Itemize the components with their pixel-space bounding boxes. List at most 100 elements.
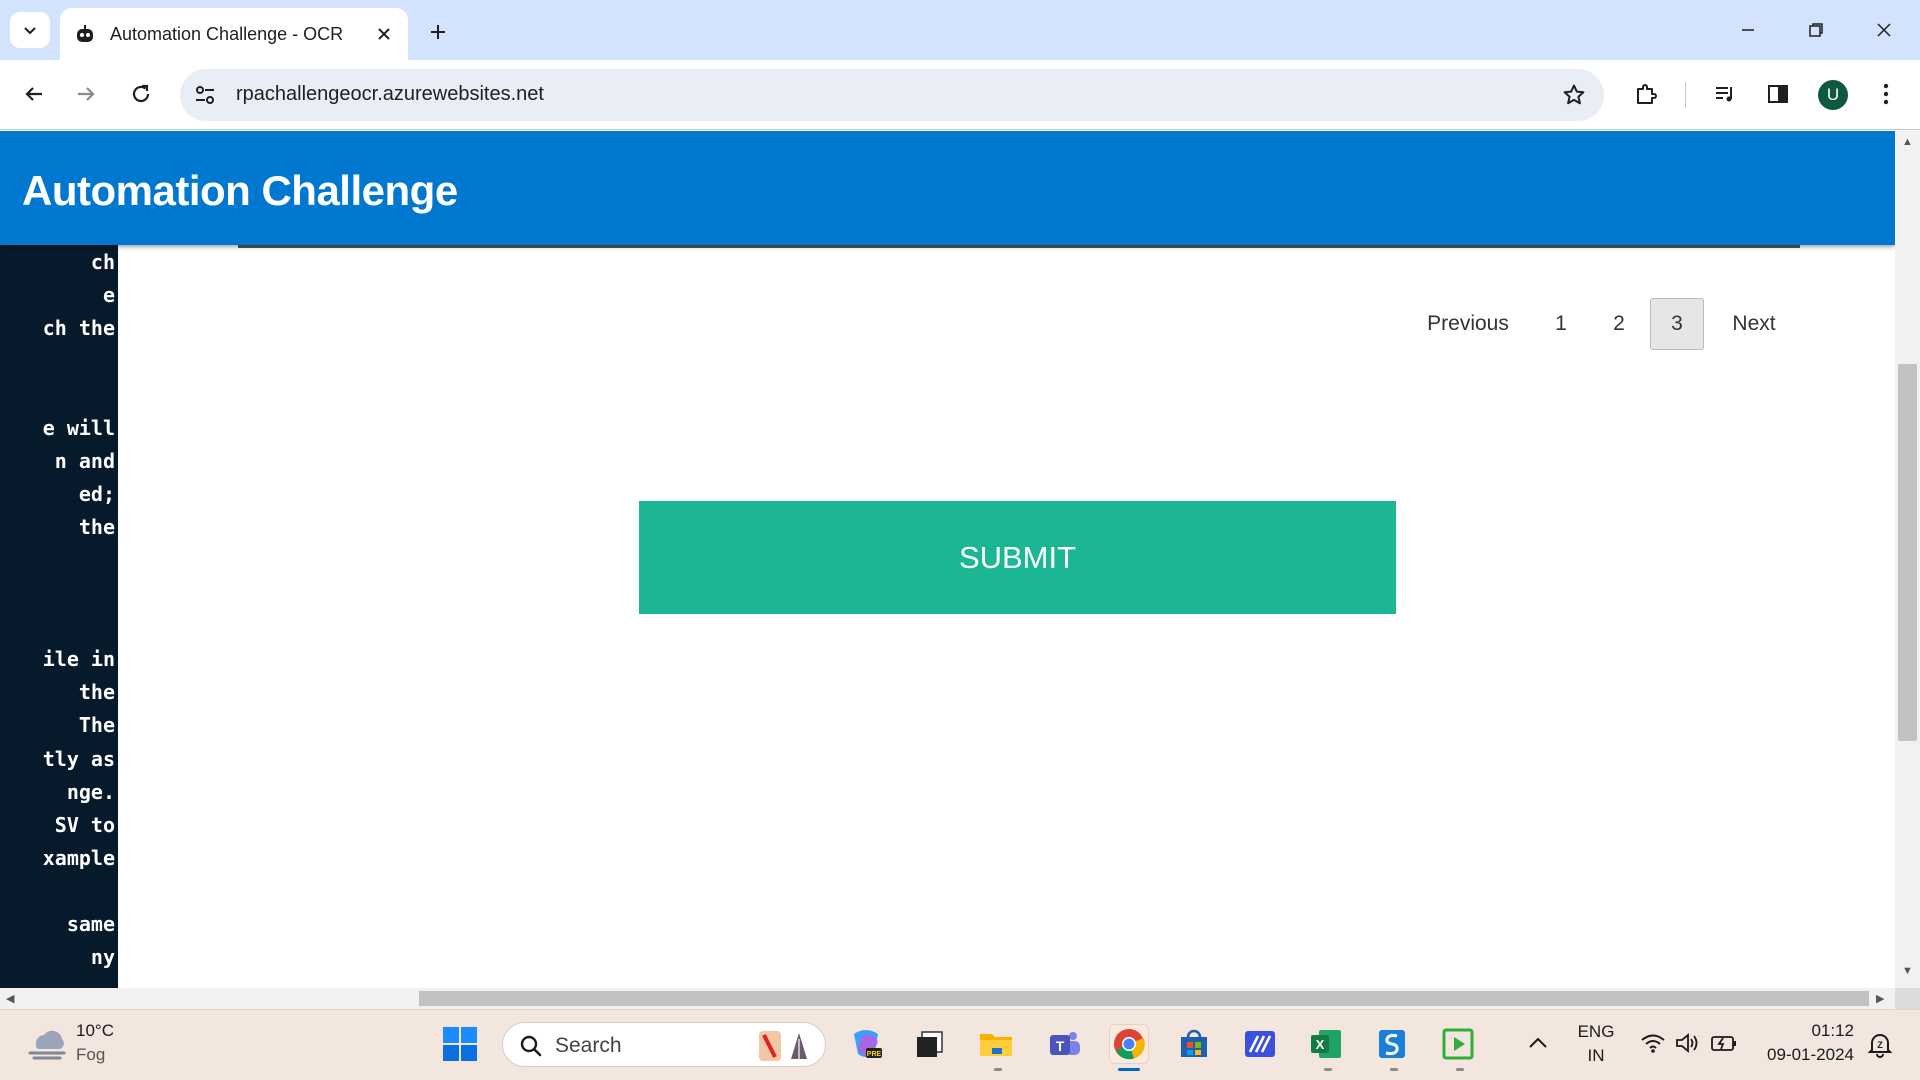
- tab-title: Automation Challenge - OCR: [110, 23, 344, 44]
- instructions-line: ch the: [42, 316, 115, 341]
- taskbar-task-view-icon[interactable]: [910, 1024, 950, 1064]
- search-placeholder: Search: [555, 1034, 622, 1057]
- weather-condition[interactable]: Fog: [76, 1045, 105, 1065]
- instructions-panel: ch e ch the e will n and ed; the ile in the The…: [0, 245, 118, 988]
- restore-icon: [1809, 23, 1823, 37]
- arrow-right-icon: [78, 87, 95, 101]
- pagination-page-2[interactable]: 2: [1590, 298, 1648, 350]
- clock-date[interactable]: 09-01-2024: [1754, 1045, 1854, 1065]
- taskbar: [0, 1009, 1920, 1080]
- browser-menu-button[interactable]: [1866, 74, 1906, 114]
- svg-text:X: X: [1316, 1037, 1325, 1052]
- scroll-left-arrow-icon[interactable]: ◀: [6, 992, 14, 1005]
- taskbar-store-icon[interactable]: [1174, 1024, 1214, 1064]
- url-text[interactable]: rpachallengeocr.azurewebsites.net: [236, 83, 544, 106]
- window-close-button[interactable]: [1864, 12, 1904, 48]
- taskbar-copilot-icon[interactable]: PRE: [846, 1024, 886, 1064]
- show-hidden-icons-chevron-icon[interactable]: [1527, 1035, 1549, 1051]
- minimize-icon: [1742, 29, 1754, 31]
- instructions-line: ch: [90, 250, 115, 274]
- wifi-icon[interactable]: [1640, 1032, 1666, 1054]
- close-icon: [378, 28, 390, 40]
- taskbar-excel-icon[interactable]: X: [1306, 1024, 1346, 1064]
- browser-toolbar: rpachallengeocr.azurewebsites.net: [0, 60, 1920, 130]
- close-icon: [1877, 23, 1891, 37]
- tab-close-button[interactable]: [372, 22, 396, 46]
- taskbar-player-icon[interactable]: [1438, 1024, 1478, 1064]
- minimize-button[interactable]: [1728, 12, 1768, 48]
- pagination-page-1[interactable]: 1: [1532, 298, 1590, 350]
- instructions-line: the: [78, 680, 115, 705]
- instructions-line: n and: [54, 448, 115, 473]
- submit-button[interactable]: SUBMIT: [639, 501, 1396, 614]
- puzzle-icon: [1637, 84, 1657, 104]
- language-indicator-line2[interactable]: IN: [1568, 1046, 1624, 1066]
- instructions-line: e will: [42, 415, 115, 440]
- address-bar[interactable]: rpachallengeocr.azurewebsites.net: [180, 69, 1604, 121]
- scroll-up-arrow-icon[interactable]: ▲: [1902, 136, 1913, 148]
- page-title: Automation Challenge: [22, 167, 458, 214]
- instructions-line: The: [78, 713, 115, 738]
- side-panel-icon: [1768, 85, 1788, 103]
- forward-button[interactable]: [66, 74, 106, 114]
- horizontal-scrollbar-thumb[interactable]: [419, 991, 1869, 1006]
- taskbar-studio-icon[interactable]: [1372, 1024, 1412, 1064]
- reload-icon: [132, 84, 150, 103]
- clock-time[interactable]: 01:12: [1754, 1021, 1854, 1041]
- back-button[interactable]: [14, 74, 54, 114]
- restore-button[interactable]: [1796, 12, 1836, 48]
- search-icon: [520, 1035, 542, 1057]
- fog-cloud-icon[interactable]: [26, 1023, 68, 1061]
- instructions-line: same: [66, 912, 115, 936]
- instructions-line: ile in: [42, 647, 115, 672]
- taskbar-teams-icon[interactable]: T: [1044, 1024, 1084, 1064]
- plus-icon: [431, 25, 445, 39]
- instructions-line: SV to: [54, 812, 115, 837]
- reload-button[interactable]: [121, 74, 161, 114]
- taskbar-file-explorer-icon[interactable]: [976, 1024, 1016, 1064]
- instructions-line: tly as: [42, 746, 115, 771]
- notification-bell-icon[interactable]: Z: [1866, 1030, 1894, 1058]
- scroll-right-arrow-icon[interactable]: ▶: [1876, 992, 1884, 1005]
- pagination: Previous 1 2 3 Next: [1404, 298, 1802, 350]
- instructions-line: the: [78, 514, 115, 539]
- media-controls-button[interactable]: [1705, 74, 1745, 114]
- svg-text:Z: Z: [1877, 1040, 1883, 1050]
- search-highlight-icon: [759, 1031, 807, 1061]
- chrome-active-indicator: [1118, 1068, 1140, 1071]
- bookmark-button[interactable]: [1558, 79, 1590, 111]
- profile-avatar[interactable]: U: [1818, 80, 1848, 110]
- new-tab-button[interactable]: [422, 16, 454, 48]
- vertical-scrollbar-thumb[interactable]: [1898, 364, 1917, 741]
- scroll-down-arrow-icon[interactable]: ▼: [1902, 965, 1913, 977]
- tab-search-button[interactable]: [10, 12, 50, 48]
- robot-favicon-icon: [77, 25, 93, 42]
- side-panel-button[interactable]: [1758, 74, 1798, 114]
- taskbar-search[interactable]: Search: [502, 1022, 826, 1067]
- studio-running-indicator: [1390, 1068, 1398, 1071]
- instructions-line: ny: [90, 945, 115, 970]
- extensions-button[interactable]: [1626, 74, 1666, 114]
- battery-charging-icon[interactable]: [1710, 1032, 1738, 1054]
- taskbar-power-automate-icon[interactable]: [1240, 1024, 1280, 1064]
- playlist-icon: [1716, 87, 1732, 102]
- page-header: Automation Challenge: [0, 131, 1895, 245]
- more-vertical-icon: [1883, 83, 1889, 105]
- pagination-previous[interactable]: Previous: [1404, 298, 1532, 350]
- scrollbar-corner: [1895, 988, 1920, 1009]
- page-viewport: Automation Challenge ch e ch the e will n an…: [0, 131, 1895, 988]
- pagination-next[interactable]: Next: [1706, 298, 1802, 350]
- language-indicator-line1[interactable]: ENG: [1568, 1022, 1624, 1042]
- site-settings-icon[interactable]: [194, 84, 216, 106]
- windows-start-icon[interactable]: [442, 1026, 478, 1062]
- volume-icon[interactable]: [1674, 1032, 1700, 1054]
- browser-tab-active[interactable]: Automation Challenge - OCR: [60, 8, 408, 60]
- player-running-indicator: [1456, 1068, 1464, 1071]
- instructions-line: xample: [42, 845, 115, 870]
- table-bottom-border: [238, 245, 1800, 248]
- taskbar-chrome-icon[interactable]: [1109, 1024, 1149, 1064]
- chevron-down-icon: [24, 27, 36, 35]
- excel-running-indicator: [1324, 1068, 1332, 1071]
- weather-temperature[interactable]: 10°C: [76, 1021, 114, 1041]
- pagination-page-3-active[interactable]: 3: [1650, 298, 1704, 350]
